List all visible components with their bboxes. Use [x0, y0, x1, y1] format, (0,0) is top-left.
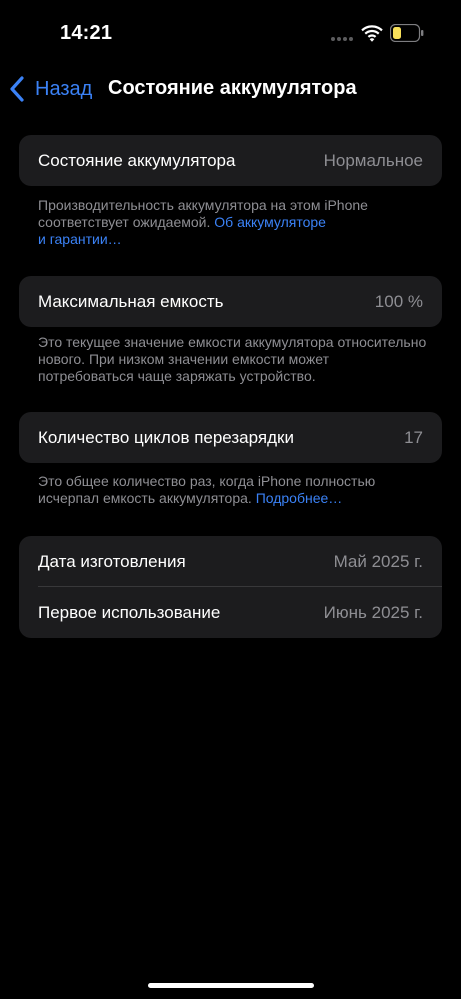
cycle-count-footnote: Это общее количество раз, когда iPhone п… — [38, 473, 428, 507]
page-title: Состояние аккумулятора — [108, 77, 357, 99]
learn-more-link[interactable]: Подробнее… — [256, 490, 343, 506]
back-button[interactable]: Назад — [8, 74, 92, 104]
cycle-count-label: Количество циклов перезарядки — [38, 427, 294, 447]
battery-health-footnote: Производительность аккумулятора на этом … — [38, 197, 428, 248]
manufacture-date-row: Дата изготовления Май 2025 г. — [19, 536, 442, 587]
cycle-count-value: 17 — [404, 427, 423, 447]
status-bar: 14:21 — [0, 0, 461, 60]
dates-group: Дата изготовления Май 2025 г. Первое исп… — [19, 536, 442, 638]
first-use-value: Июнь 2025 г. — [323, 602, 423, 622]
back-button-label: Назад — [35, 77, 93, 100]
battery-health-label: Состояние аккумулятора — [38, 150, 236, 170]
about-battery-link-line2: и гарантии… — [38, 231, 122, 247]
status-time: 14:21 — [60, 22, 113, 44]
wifi-icon — [361, 25, 383, 42]
manufacture-date-value: Май 2025 г. — [333, 551, 423, 571]
battery-health-value: Нормальное — [323, 150, 423, 170]
max-capacity-row: Максимальная емкость 100 % — [19, 276, 442, 327]
chevron-left-icon — [10, 76, 24, 102]
cellular-signal-icon — [331, 37, 355, 43]
max-capacity-footnote: Это текущее значение емкости аккумулятор… — [38, 334, 427, 384]
first-use-label: Первое использование — [38, 602, 221, 622]
max-capacity-label: Максимальная емкость — [38, 291, 224, 311]
cycle-count-row: Количество циклов перезарядки 17 — [19, 412, 442, 463]
navigation-bar: Назад Состояние аккумулятора — [0, 66, 461, 110]
battery-health-row: Состояние аккумулятора Нормальное — [19, 135, 442, 186]
battery-health-group: Состояние аккумулятора Нормальное — [19, 135, 442, 186]
manufacture-date-label: Дата изготовления — [38, 551, 186, 571]
first-use-row: Первое использование Июнь 2025 г. — [19, 587, 442, 638]
home-indicator[interactable] — [148, 983, 314, 988]
max-capacity-group: Максимальная емкость 100 % — [19, 276, 442, 327]
about-battery-link-line1: Об аккумуляторе — [214, 214, 326, 230]
max-capacity-value: 100 % — [374, 291, 423, 311]
cycle-count-group: Количество циклов перезарядки 17 — [19, 412, 442, 463]
battery-icon — [390, 24, 424, 42]
